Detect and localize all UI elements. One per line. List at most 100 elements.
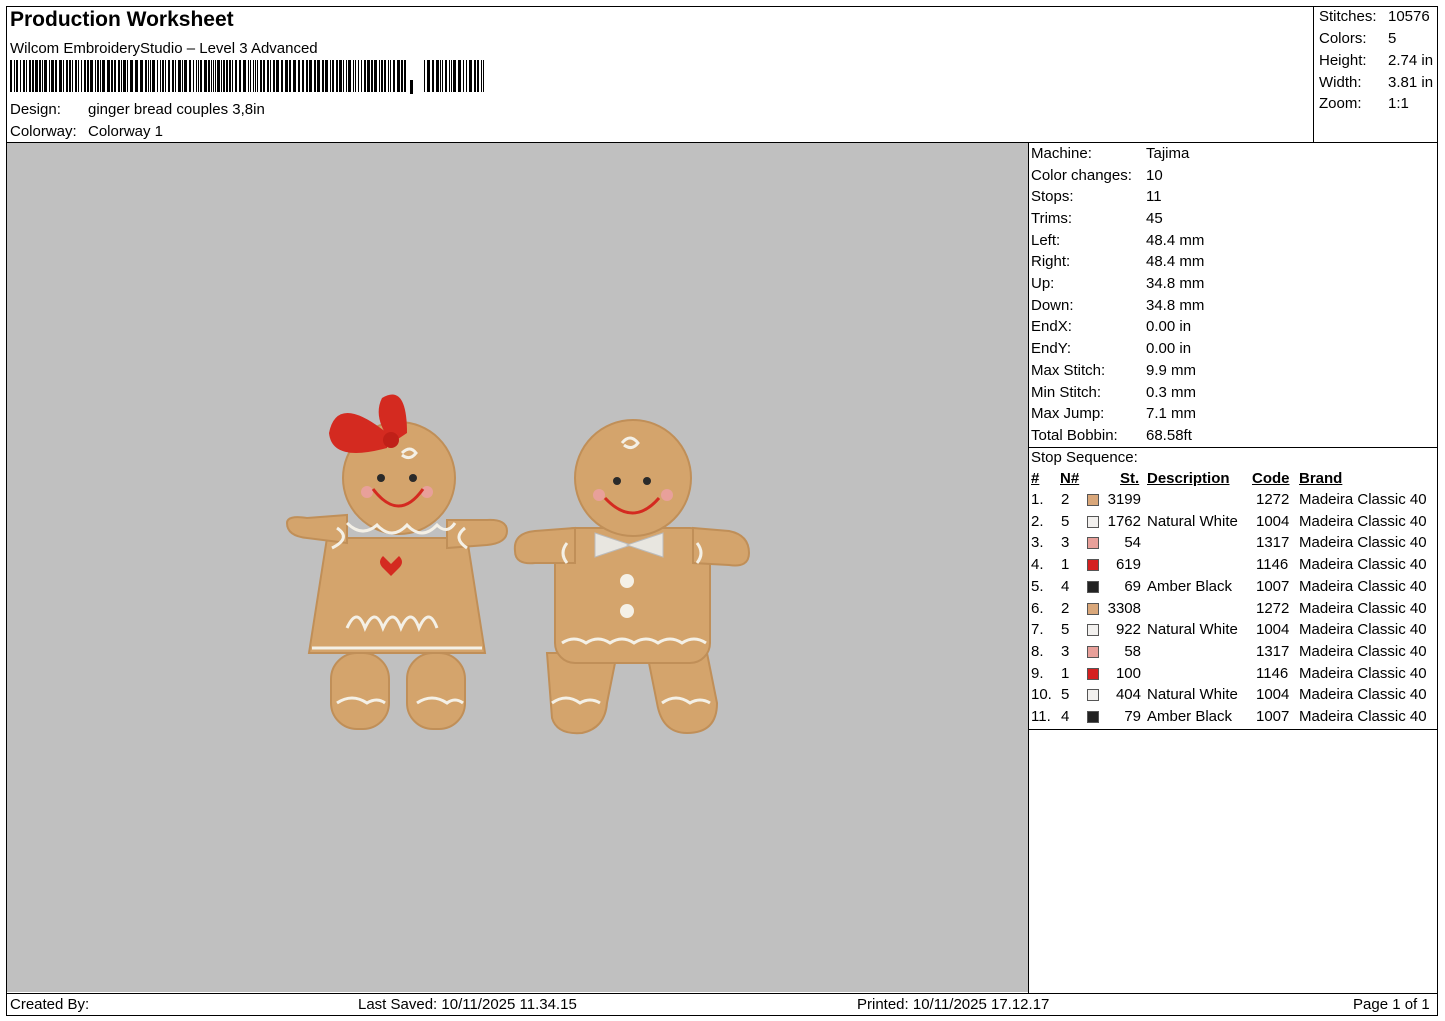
color-swatch — [1087, 667, 1099, 680]
column-header-stitches: St. — [1120, 470, 1140, 487]
row-code: 1004 — [1256, 621, 1290, 639]
info-max-stitch: Max Stitch: 9.9 mm — [1031, 362, 1197, 379]
info-endx: EndX: 0.00 in — [1031, 318, 1192, 335]
row-description: Natural White — [1147, 686, 1238, 704]
color-swatch — [1087, 645, 1099, 658]
footer-last-saved: Last Saved: 10/11/2025 11.34.15 — [358, 996, 577, 1013]
row-needle: 2 — [1061, 491, 1070, 508]
row-stitches: 58 — [1124, 642, 1141, 660]
row-index: 5. — [1031, 577, 1044, 595]
table-row: 8. 3 58 1317 Madeira Classic 40 — [0, 643, 1445, 665]
info-total-bobbin: Total Bobbin: 68.58ft — [1031, 427, 1192, 444]
row-brand: Madeira Classic 40 — [1299, 686, 1427, 704]
divider — [6, 993, 1438, 994]
row-needle: 5 — [1061, 686, 1070, 704]
summary-height: Height: 2.74 in — [1319, 52, 1434, 69]
table-row: 1. 2 3199 1272 Madeira Classic 40 — [0, 491, 1445, 513]
row-index: 10. — [1031, 686, 1052, 704]
column-header-code: Code — [1252, 470, 1290, 487]
info-left: Left: 48.4 mm — [1031, 232, 1205, 249]
table-row: 2. 5 1762 Natural White 1004 Madeira Classic … — [0, 513, 1445, 535]
row-brand: Madeira Classic 40 — [1299, 621, 1427, 639]
row-brand: Madeira Classic 40 — [1299, 556, 1427, 574]
table-row: 4. 1 619 1146 Madeira Classic 40 — [0, 556, 1445, 578]
table-row: 7. 5 922 Natural White 1004 Madeira Classic 4… — [0, 621, 1445, 643]
row-code: 1146 — [1256, 664, 1289, 682]
color-swatch — [1087, 602, 1099, 615]
stop-sequence-title: Stop Sequence: — [1031, 449, 1138, 466]
row-code: 1272 — [1256, 599, 1290, 617]
color-swatch — [1087, 494, 1099, 506]
info-stops: Stops: 11 — [1031, 188, 1162, 205]
row-needle: 3 — [1061, 534, 1070, 552]
divider — [1029, 447, 1438, 448]
row-index: 7. — [1031, 621, 1044, 639]
row-needle: 4 — [1061, 577, 1070, 595]
footer-printed: Printed: 10/11/2025 17.12.17 — [857, 996, 1050, 1013]
info-right: Right: 48.4 mm — [1031, 253, 1205, 270]
row-code: 1007 — [1256, 577, 1290, 595]
row-index: 4. — [1031, 556, 1044, 574]
color-swatch — [1087, 559, 1099, 572]
row-brand: Madeira Classic 40 — [1299, 664, 1427, 682]
barcode-image — [10, 60, 484, 94]
design-line: Design: ginger bread couples 3,8in — [10, 101, 265, 118]
row-code: 1272 — [1256, 491, 1290, 508]
row-stitches: 3308 — [1107, 599, 1141, 617]
summary-zoom: Zoom: 1:1 — [1319, 95, 1409, 112]
column-header-brand: Brand — [1299, 470, 1343, 487]
row-needle: 2 — [1061, 599, 1070, 617]
color-swatch — [1087, 711, 1099, 723]
row-description: Natural White — [1147, 621, 1238, 639]
color-swatch — [1087, 624, 1099, 637]
summary-colors: Colors: 5 — [1319, 30, 1397, 47]
row-brand: Madeira Classic 40 — [1299, 577, 1427, 595]
row-code: 1317 — [1256, 534, 1290, 552]
row-brand: Madeira Classic 40 — [1299, 599, 1427, 617]
row-stitches: 3199 — [1107, 491, 1141, 508]
color-swatch — [1087, 689, 1099, 702]
divider — [1029, 729, 1438, 730]
table-row: 5. 4 69 Amber Black 1007 Madeira Classic 40 — [0, 578, 1445, 600]
row-index: 6. — [1031, 599, 1044, 617]
table-row: 9. 1 100 1146 Madeira Classic 40 — [0, 665, 1445, 687]
row-needle: 5 — [1061, 512, 1070, 530]
design-value: ginger bread couples 3,8in — [88, 101, 265, 118]
row-code: 1146 — [1256, 556, 1289, 574]
row-brand: Madeira Classic 40 — [1299, 512, 1427, 530]
info-max-jump: Max Jump: 7.1 mm — [1031, 405, 1197, 422]
row-code: 1004 — [1256, 686, 1290, 704]
row-description: Amber Black — [1147, 577, 1233, 595]
row-stitches: 619 — [1115, 556, 1141, 574]
colorway-value: Colorway 1 — [88, 123, 164, 140]
table-row: 6. 2 3308 1272 Madeira Classic 40 — [0, 600, 1445, 622]
summary-box: Stitches: 10576 Colors: 5 Height: 2.74 in W… — [1313, 6, 1438, 142]
row-index: 11. — [1031, 708, 1051, 725]
info-trims: Trims: 45 — [1031, 210, 1163, 227]
row-index: 3. — [1031, 534, 1044, 552]
row-needle: 4 — [1061, 708, 1070, 725]
summary-stitches: Stitches: 10576 — [1319, 8, 1430, 25]
row-code: 1007 — [1256, 708, 1290, 725]
table-row: 3. 3 54 1317 Madeira Classic 40 — [0, 534, 1445, 556]
row-brand: Madeira Classic 40 — [1299, 534, 1427, 552]
table-row: 10. 5 404 Natural White 1004 Madeira Classic … — [0, 686, 1445, 708]
color-swatch — [1087, 515, 1099, 528]
row-brand: Madeira Classic 40 — [1299, 642, 1427, 660]
row-needle: 3 — [1061, 642, 1070, 660]
row-description: Natural White — [1147, 512, 1238, 530]
row-needle: 1 — [1061, 664, 1070, 682]
row-stitches: 69 — [1124, 577, 1141, 595]
row-code: 1004 — [1256, 512, 1290, 530]
design-label: Design: — [10, 101, 61, 118]
row-index: 9. — [1031, 664, 1044, 682]
table-row: 11. 4 79 Amber Black 1007 Madeira Classic 40 — [0, 708, 1445, 730]
page-title: Production Worksheet — [10, 8, 234, 31]
row-stitches: 1762 — [1107, 512, 1141, 530]
info-up: Up: 34.8 mm — [1031, 275, 1205, 292]
info-endy: EndY: 0.00 in — [1031, 340, 1192, 357]
column-header-num: # — [1031, 470, 1040, 487]
row-stitches: 404 — [1115, 686, 1141, 704]
software-name: Wilcom EmbroideryStudio – Level 3 Advanc… — [10, 40, 318, 57]
row-stitches: 79 — [1124, 708, 1141, 725]
